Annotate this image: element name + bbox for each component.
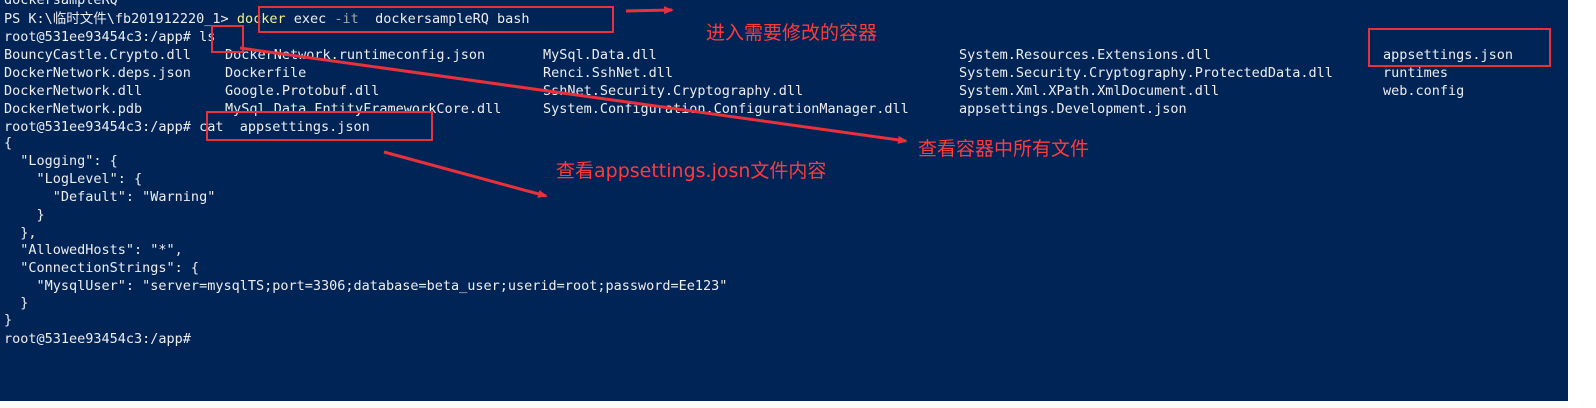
note-view-appsettings: 查看appsettings.josn文件内容 <box>556 160 827 182</box>
arrow-to-files-note <box>239 46 908 144</box>
terminal-window[interactable]: dockersampleRQ PS K:\临时文件\fb201912220_1>… <box>0 0 1568 401</box>
annotation-arrows <box>239 6 908 198</box>
arrow-to-json-note <box>383 150 548 198</box>
page-margin <box>1568 0 1596 408</box>
arrow-to-enter-note <box>625 6 674 15</box>
note-enter-container: 进入需要修改的容器 <box>706 22 878 44</box>
note-view-all-files: 查看容器中所有文件 <box>918 138 1090 160</box>
